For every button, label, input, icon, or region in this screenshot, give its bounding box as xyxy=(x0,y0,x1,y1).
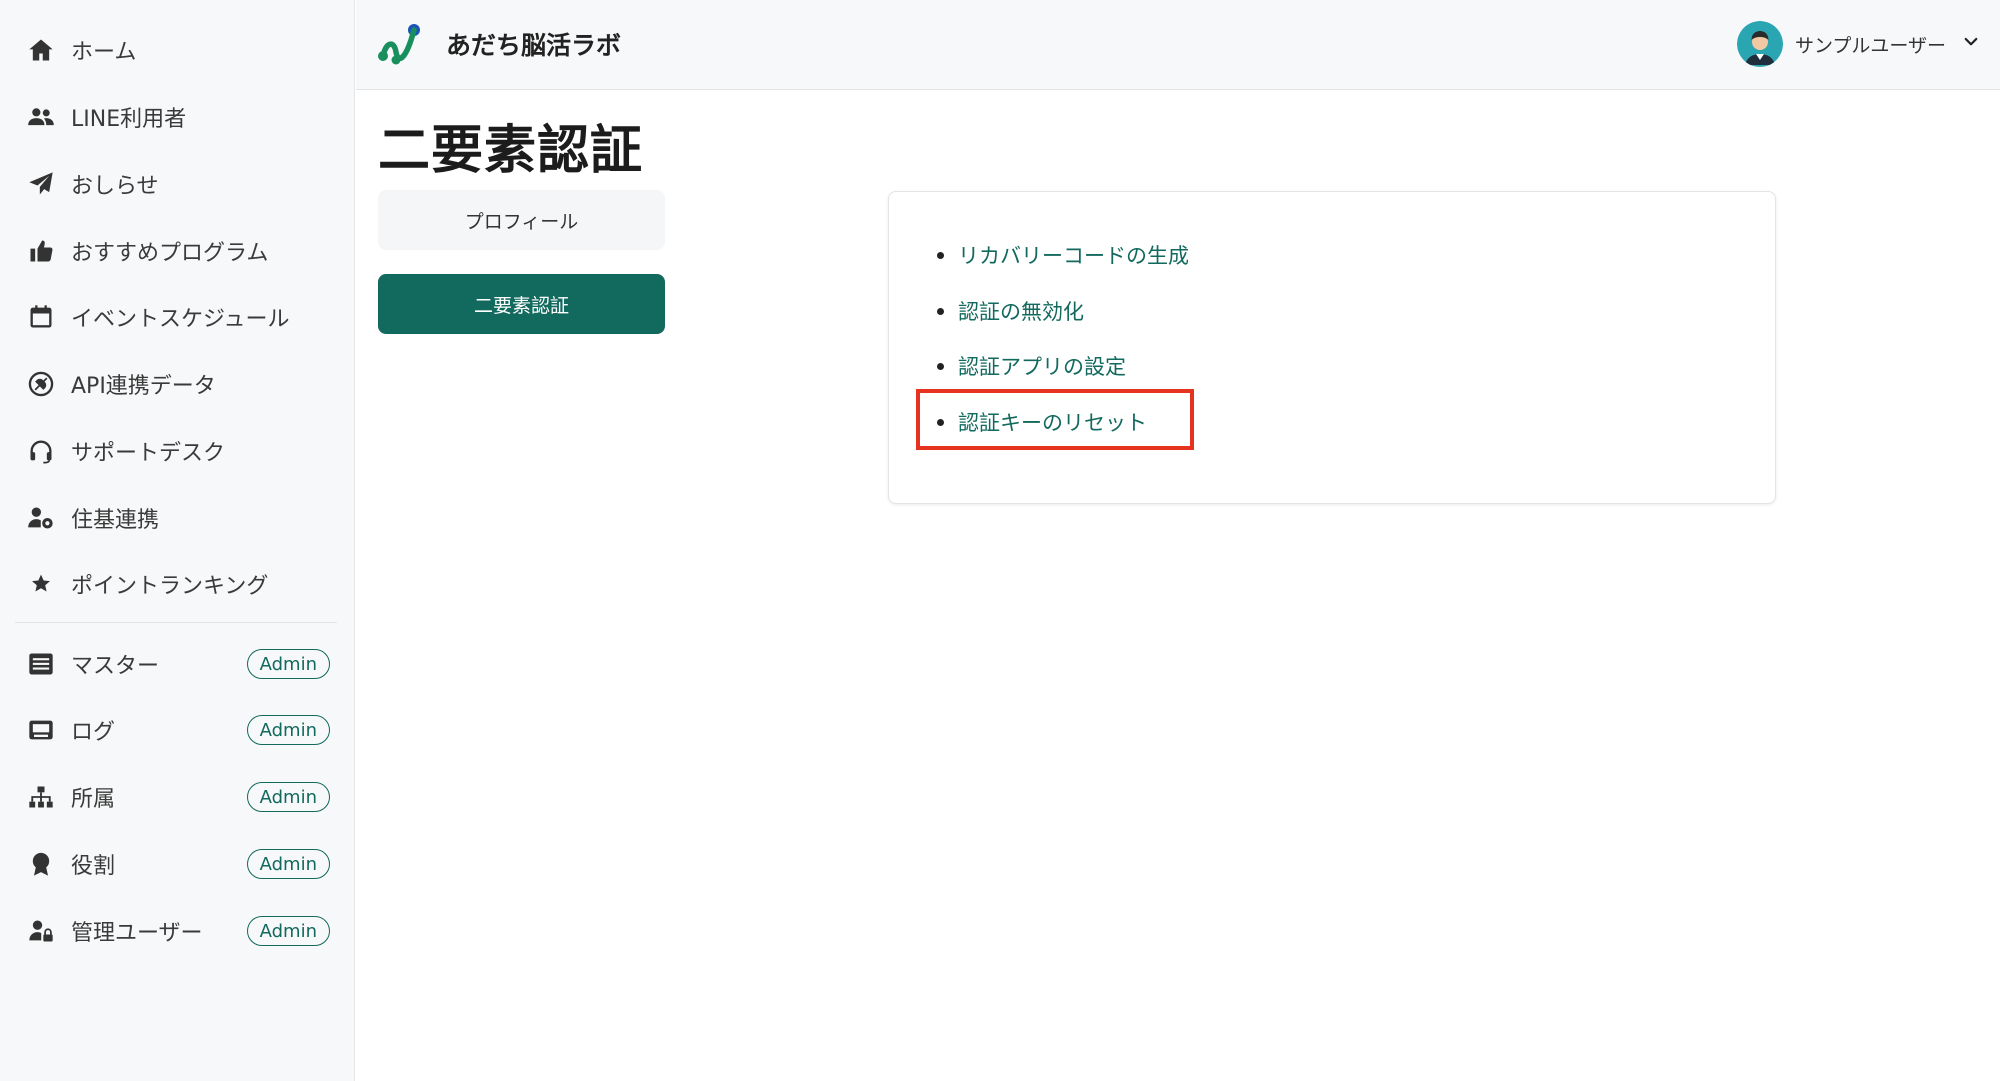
sidebar-item-label: イベントスケジュール xyxy=(71,307,290,332)
bullet xyxy=(937,251,944,259)
sidebar-item-ranking[interactable]: ポイントランキング xyxy=(15,556,340,612)
sidebar-item-events[interactable]: イベントスケジュール xyxy=(15,289,340,345)
sidebar-item-programs[interactable]: おすすめプログラム xyxy=(15,223,340,279)
sidebar-item-label: ホーム xyxy=(71,40,137,65)
calendar-icon xyxy=(25,301,57,333)
sidebar-item-label: ポイントランキング xyxy=(71,574,269,599)
sidebar-item-label: 管理ユーザー xyxy=(71,921,203,946)
sidebar-item-api-data[interactable]: API連携データ xyxy=(15,356,340,412)
bullet xyxy=(937,307,944,315)
sitemap-icon xyxy=(25,781,57,813)
database-icon xyxy=(25,648,57,680)
user-menu[interactable]: サンプルユーザー xyxy=(1736,20,1980,68)
chevron-down-icon[interactable] xyxy=(1962,33,1980,55)
tab-two-factor-auth[interactable]: 二要素認証 xyxy=(378,274,665,334)
sidebar-item-label: ログ xyxy=(71,720,116,745)
sidebar: ホーム LINE利用者 おしらせ おすすめプログラム イベントスケジュール AP… xyxy=(0,0,355,1081)
tab-profile[interactable]: プロフィール xyxy=(378,190,665,250)
app-title[interactable]: あだち脳活ラボ xyxy=(446,26,621,62)
sidebar-item-admin-users[interactable]: 管理ユーザー Admin xyxy=(15,903,340,959)
sidebar-item-label: LINE利用者 xyxy=(71,107,187,132)
highlight-box xyxy=(916,389,1194,450)
api-icon xyxy=(25,368,57,400)
admin-badge: Admin xyxy=(246,849,330,879)
thumbs-up-icon xyxy=(25,235,57,267)
generate-recovery-codes-link[interactable]: リカバリーコードの生成 xyxy=(958,240,1189,270)
star-icon xyxy=(25,568,57,600)
sidebar-item-support[interactable]: サポートデスク xyxy=(15,423,340,479)
list-item: 認証アプリの設定 xyxy=(937,351,1126,381)
sidebar-item-label: おすすめプログラム xyxy=(71,241,269,266)
sidebar-item-master[interactable]: マスター Admin xyxy=(15,636,340,692)
user-gear-icon xyxy=(25,502,57,534)
sidebar-item-label: サポートデスク xyxy=(71,441,226,466)
admin-badge: Admin xyxy=(246,782,330,812)
sidebar-item-notices[interactable]: おしらせ xyxy=(15,156,340,212)
sidebar-item-label: 所属 xyxy=(71,787,116,812)
admin-badge: Admin xyxy=(246,715,330,745)
user-name: サンプルユーザー xyxy=(1794,34,1946,57)
setup-auth-app-link[interactable]: 認証アプリの設定 xyxy=(958,351,1126,381)
sidebar-item-label: おしらせ xyxy=(71,174,159,199)
admin-badge: Admin xyxy=(246,916,330,946)
list-item: 認証の無効化 xyxy=(937,296,1084,326)
sidebar-item-roles[interactable]: 役割 Admin xyxy=(15,836,340,892)
sidebar-item-affiliation[interactable]: 所属 Admin xyxy=(15,769,340,825)
sidebar-item-line-users[interactable]: LINE利用者 xyxy=(15,89,340,145)
sidebar-item-log[interactable]: ログ Admin xyxy=(15,702,340,758)
sidebar-item-home[interactable]: ホーム xyxy=(15,22,340,78)
send-icon xyxy=(25,168,57,200)
page-title: 二要素認証 xyxy=(378,121,644,181)
sidebar-divider xyxy=(15,622,337,623)
users-icon xyxy=(25,101,57,133)
sidebar-item-label: マスター xyxy=(71,654,160,679)
user-lock-icon xyxy=(25,915,57,947)
sidebar-item-label: 役割 xyxy=(71,854,116,879)
home-icon xyxy=(25,34,57,66)
sidebar-item-resident-link[interactable]: 住基連携 xyxy=(15,490,340,546)
avatar xyxy=(1736,21,1783,67)
sidebar-item-label: API連携データ xyxy=(71,374,216,399)
app-logo-icon[interactable] xyxy=(376,22,424,68)
disable-auth-link[interactable]: 認証の無効化 xyxy=(958,296,1084,326)
bullet xyxy=(937,362,944,370)
sidebar-item-label: 住基連携 xyxy=(71,508,160,533)
top-header: あだち脳活ラボ サンプルユーザー xyxy=(356,0,2000,90)
award-icon xyxy=(25,848,57,880)
headset-icon xyxy=(25,435,57,467)
log-icon xyxy=(25,714,57,746)
list-item: リカバリーコードの生成 xyxy=(937,240,1189,270)
two-factor-actions-card: リカバリーコードの生成 認証の無効化 認証アプリの設定 認証キーのリセット xyxy=(888,191,1776,504)
admin-badge: Admin xyxy=(246,649,330,679)
